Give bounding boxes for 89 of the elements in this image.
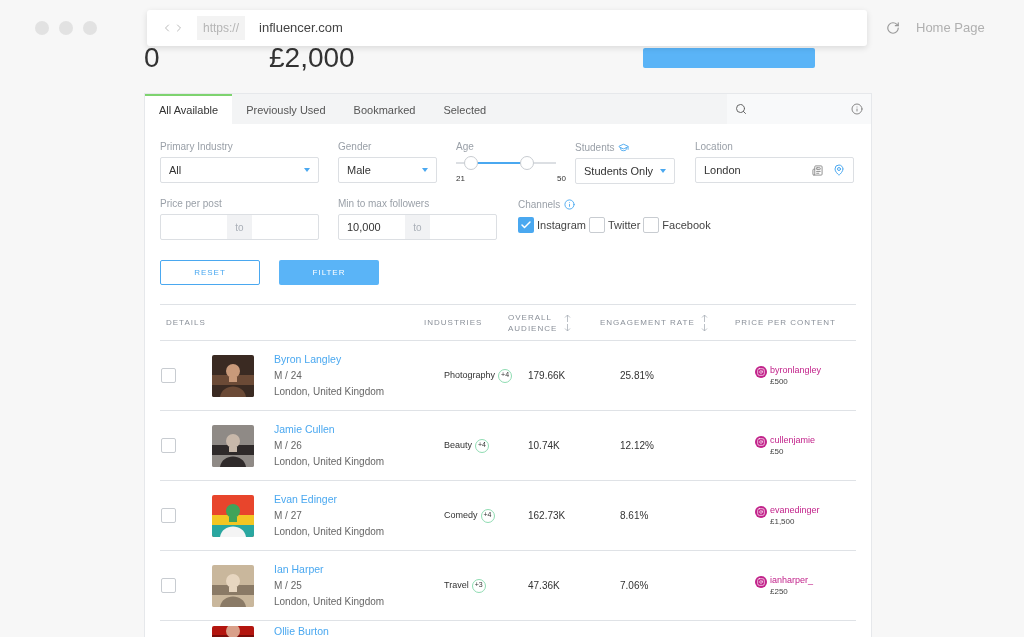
row-checkbox[interactable] [161, 508, 176, 523]
industry-text: Beauty [444, 438, 473, 452]
field-label: Location [695, 142, 734, 152]
slider-min: 21 [456, 173, 465, 185]
range-separator: to [227, 215, 252, 239]
field-label: Channels [518, 199, 561, 210]
search-field[interactable] [727, 94, 871, 124]
column-header: INDUSTRIES [424, 316, 483, 329]
price-text: £50 [770, 445, 785, 457]
location-field[interactable]: London [695, 157, 854, 183]
slider-thumb[interactable] [464, 156, 478, 170]
location-text: London, United Kingdom [274, 455, 386, 470]
caret-icon [422, 168, 428, 172]
field-label: Age [456, 142, 475, 152]
row-checkbox[interactable] [161, 578, 176, 593]
column-header[interactable]: OVERALL AUDIENCE [508, 311, 558, 334]
gender-age: M / 27 [274, 509, 303, 524]
location-text: London, United Kingdom [274, 595, 386, 610]
checkbox[interactable] [643, 217, 660, 234]
industry-text: Travel [444, 578, 469, 592]
row-checkbox[interactable] [161, 438, 176, 453]
field-label: Primary Industry [160, 142, 234, 152]
price-text: £500 [770, 375, 789, 387]
gender-age: M / 26 [274, 439, 303, 454]
industry-text: Comedy [444, 508, 478, 522]
tab[interactable]: Previously Used [232, 94, 340, 124]
channel-checkbox[interactable]: Twitter [588, 217, 641, 234]
field-label: Price per post [160, 199, 223, 209]
instagram-handle[interactable]: cullenjamie [770, 434, 816, 446]
refresh-icon[interactable] [886, 21, 900, 35]
graduation-cap-icon [618, 142, 630, 153]
audience-value: 47.36K [528, 579, 561, 593]
location-text: London, United Kingdom [274, 525, 386, 540]
location-text: London, United Kingdom [274, 385, 386, 400]
dropdown[interactable]: All [160, 157, 319, 183]
price-text: £1,500 [770, 515, 796, 527]
instagram-icon [755, 505, 767, 518]
instagram-icon [755, 435, 767, 448]
field-label: Students [575, 142, 615, 153]
tab[interactable]: All Available [145, 94, 233, 124]
engagement-value: 12.12% [620, 439, 655, 453]
field-label: Gender [338, 142, 373, 152]
slider-max: 50 [557, 173, 566, 185]
slider-thumb[interactable] [520, 156, 534, 170]
column-header[interactable]: ENGAGEMENT RATE [600, 316, 695, 329]
stat-value: 0 [144, 44, 161, 72]
info-icon [851, 103, 863, 115]
action-button[interactable] [642, 48, 815, 68]
tab[interactable]: Selected [429, 94, 501, 124]
gender-age: M / 24 [274, 369, 303, 384]
caret-icon [660, 169, 666, 173]
sort-icon[interactable] [564, 313, 571, 332]
column-header: DETAILS [166, 316, 206, 329]
instagram-handle[interactable]: evanedinger [770, 504, 820, 516]
engagement-value: 25.81% [620, 369, 655, 383]
instagram-handle[interactable]: byronlangley [770, 364, 822, 376]
audience-value: 179.66K [528, 369, 567, 383]
range-separator: to [405, 215, 430, 239]
price-text: £250 [770, 585, 789, 597]
row-checkbox[interactable] [161, 368, 176, 383]
field-label: Min to max followers [338, 199, 431, 209]
address-bar[interactable]: https:// influencer.com [147, 10, 867, 46]
instagram-icon [755, 575, 767, 588]
gender-age: M / 25 [274, 579, 303, 594]
column-header: PRICE PER CONTENT [735, 316, 836, 329]
age-slider[interactable] [456, 156, 556, 170]
sort-icon[interactable] [700, 313, 708, 332]
instagram-handle[interactable]: ianharper_ [770, 574, 814, 586]
channel-checkbox[interactable]: Facebook [643, 217, 711, 234]
caret-icon [304, 168, 310, 172]
audience-value: 10.74K [528, 439, 561, 453]
checkbox[interactable] [588, 217, 605, 234]
dropdown[interactable]: Male [338, 157, 437, 183]
url-text: influencer.com [259, 19, 343, 38]
url-protocol: https:// [197, 16, 246, 40]
dropdown[interactable]: Students Only [575, 158, 675, 184]
stat-value: £2,000 [269, 44, 355, 72]
instagram-icon [755, 365, 767, 378]
min-input[interactable]: 10,000 [339, 215, 405, 239]
checkbox[interactable] [518, 217, 534, 234]
engagement-value: 8.61% [620, 509, 650, 523]
channel-checkbox[interactable]: Instagram [518, 217, 586, 234]
tab[interactable]: Bookmarked [339, 94, 430, 124]
map-pin-icon [833, 164, 845, 176]
info-icon [564, 199, 576, 210]
search-icon [735, 103, 747, 115]
engagement-value: 7.06% [620, 579, 650, 593]
industry-text: Photography [444, 368, 496, 382]
audience-value: 162.73K [528, 509, 567, 523]
